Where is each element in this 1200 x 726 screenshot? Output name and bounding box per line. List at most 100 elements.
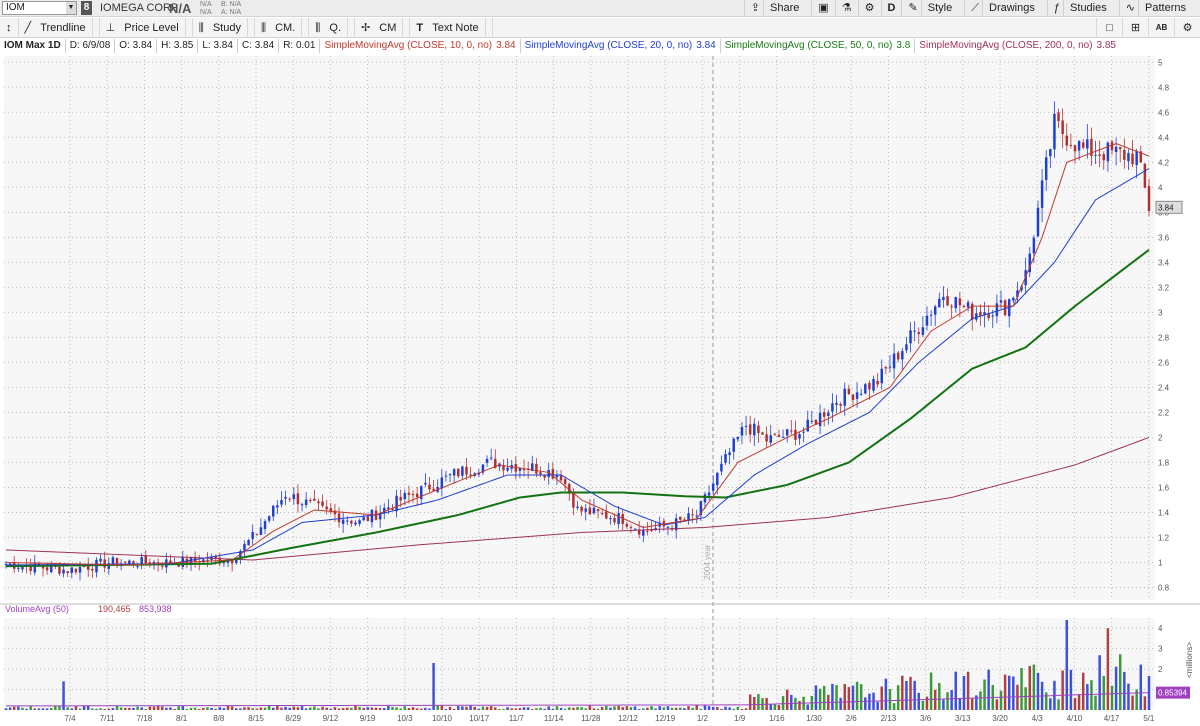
- volume-bar[interactable]: [806, 704, 809, 710]
- volume-bar[interactable]: [317, 708, 320, 710]
- candle-body[interactable]: [646, 530, 649, 532]
- volume-bar[interactable]: [555, 706, 559, 710]
- volume-bar[interactable]: [436, 705, 439, 710]
- volume-bar[interactable]: [82, 705, 86, 710]
- candle-body[interactable]: [325, 506, 328, 510]
- candle-body[interactable]: [1012, 297, 1015, 301]
- volume-bar[interactable]: [707, 706, 711, 710]
- volume-bar[interactable]: [716, 707, 719, 710]
- volume-bar[interactable]: [876, 701, 879, 710]
- volume-bar[interactable]: [378, 708, 382, 710]
- volume-bar[interactable]: [901, 675, 904, 710]
- volume-bar[interactable]: [1098, 655, 1101, 710]
- candle-body[interactable]: [966, 302, 970, 308]
- candle-body[interactable]: [909, 330, 912, 344]
- candle-body[interactable]: [354, 522, 357, 525]
- candle-body[interactable]: [272, 505, 275, 517]
- volume-bar[interactable]: [909, 676, 912, 710]
- volume-bar[interactable]: [576, 706, 579, 710]
- candle-body[interactable]: [136, 566, 139, 568]
- volume-bar[interactable]: [1049, 698, 1052, 710]
- volume-bar[interactable]: [25, 708, 28, 710]
- volume-bar[interactable]: [646, 707, 649, 710]
- candle-body[interactable]: [123, 561, 127, 563]
- candle-body[interactable]: [617, 513, 620, 525]
- candle-body[interactable]: [913, 330, 916, 332]
- volume-bar[interactable]: [526, 707, 530, 710]
- candle-body[interactable]: [235, 559, 238, 563]
- volume-bar[interactable]: [370, 707, 374, 710]
- candle-body[interactable]: [724, 453, 727, 463]
- volume-bar[interactable]: [748, 694, 752, 710]
- candle-body[interactable]: [255, 533, 259, 535]
- volume-bar[interactable]: [913, 680, 916, 710]
- volume-bar[interactable]: [563, 708, 567, 710]
- candle-body[interactable]: [609, 518, 612, 520]
- volume-bar[interactable]: [325, 707, 328, 710]
- candle-body[interactable]: [691, 514, 694, 516]
- candle-body[interactable]: [847, 388, 851, 395]
- volume-bar[interactable]: [568, 707, 571, 710]
- candle-body[interactable]: [872, 379, 875, 391]
- volume-bar[interactable]: [107, 708, 111, 710]
- volume-bar[interactable]: [210, 707, 213, 710]
- candle-body[interactable]: [999, 300, 1003, 303]
- volume-bar[interactable]: [148, 706, 152, 710]
- candle-body[interactable]: [461, 466, 464, 476]
- volume-bar[interactable]: [123, 707, 127, 710]
- volume-bar[interactable]: [979, 691, 982, 710]
- candle-body[interactable]: [679, 516, 682, 520]
- volume-bar[interactable]: [588, 705, 592, 710]
- volume-bar[interactable]: [267, 705, 271, 710]
- volume-bar[interactable]: [99, 708, 102, 710]
- volume-bar[interactable]: [753, 696, 756, 710]
- volume-bar[interactable]: [822, 685, 826, 710]
- volume-bar[interactable]: [243, 707, 246, 710]
- volume-bar[interactable]: [181, 706, 185, 710]
- candle-body[interactable]: [1147, 185, 1151, 211]
- candle-body[interactable]: [1114, 146, 1118, 152]
- candle-body[interactable]: [469, 474, 472, 476]
- volume-bar[interactable]: [395, 707, 398, 710]
- candle-body[interactable]: [403, 493, 407, 500]
- candle-body[interactable]: [958, 298, 962, 306]
- volume-bar[interactable]: [855, 681, 859, 710]
- volume-bar[interactable]: [642, 708, 645, 710]
- candle-body[interactable]: [765, 434, 768, 442]
- volume-bar[interactable]: [177, 706, 180, 710]
- volume-bar[interactable]: [896, 685, 900, 710]
- volume-bar[interactable]: [272, 707, 275, 710]
- candle-body[interactable]: [576, 506, 579, 508]
- candle-body[interactable]: [387, 507, 390, 510]
- volume-bar[interactable]: [169, 707, 172, 710]
- volume-bar[interactable]: [510, 708, 513, 710]
- candle-body[interactable]: [901, 351, 904, 360]
- candle-body[interactable]: [317, 501, 320, 504]
- candle-body[interactable]: [1077, 140, 1081, 151]
- volume-bar[interactable]: [457, 706, 460, 710]
- volume-bar[interactable]: [711, 706, 715, 710]
- volume-bar[interactable]: [362, 707, 365, 710]
- candle-body[interactable]: [707, 492, 711, 496]
- volume-bar[interactable]: [259, 707, 263, 710]
- volume-bar[interactable]: [695, 705, 698, 710]
- volume-bar[interactable]: [954, 671, 957, 710]
- candle-body[interactable]: [605, 511, 608, 519]
- volume-bar[interactable]: [839, 697, 842, 710]
- candle-body[interactable]: [757, 425, 760, 434]
- volume-bar[interactable]: [198, 709, 201, 710]
- volume-bar[interactable]: [621, 707, 624, 710]
- candle-body[interactable]: [288, 498, 291, 500]
- volume-bar[interactable]: [144, 709, 148, 710]
- volume-bar[interactable]: [115, 705, 119, 710]
- volume-bar[interactable]: [1114, 666, 1118, 710]
- candle-body[interactable]: [296, 493, 300, 505]
- volume-bar[interactable]: [950, 690, 953, 710]
- candle-body[interactable]: [66, 571, 69, 573]
- volume-bar[interactable]: [341, 708, 345, 710]
- volume-bar[interactable]: [1032, 664, 1036, 710]
- candle-body[interactable]: [884, 367, 888, 369]
- volume-bar[interactable]: [884, 678, 888, 710]
- candle-body[interactable]: [1061, 120, 1064, 135]
- candle-body[interactable]: [1106, 142, 1110, 162]
